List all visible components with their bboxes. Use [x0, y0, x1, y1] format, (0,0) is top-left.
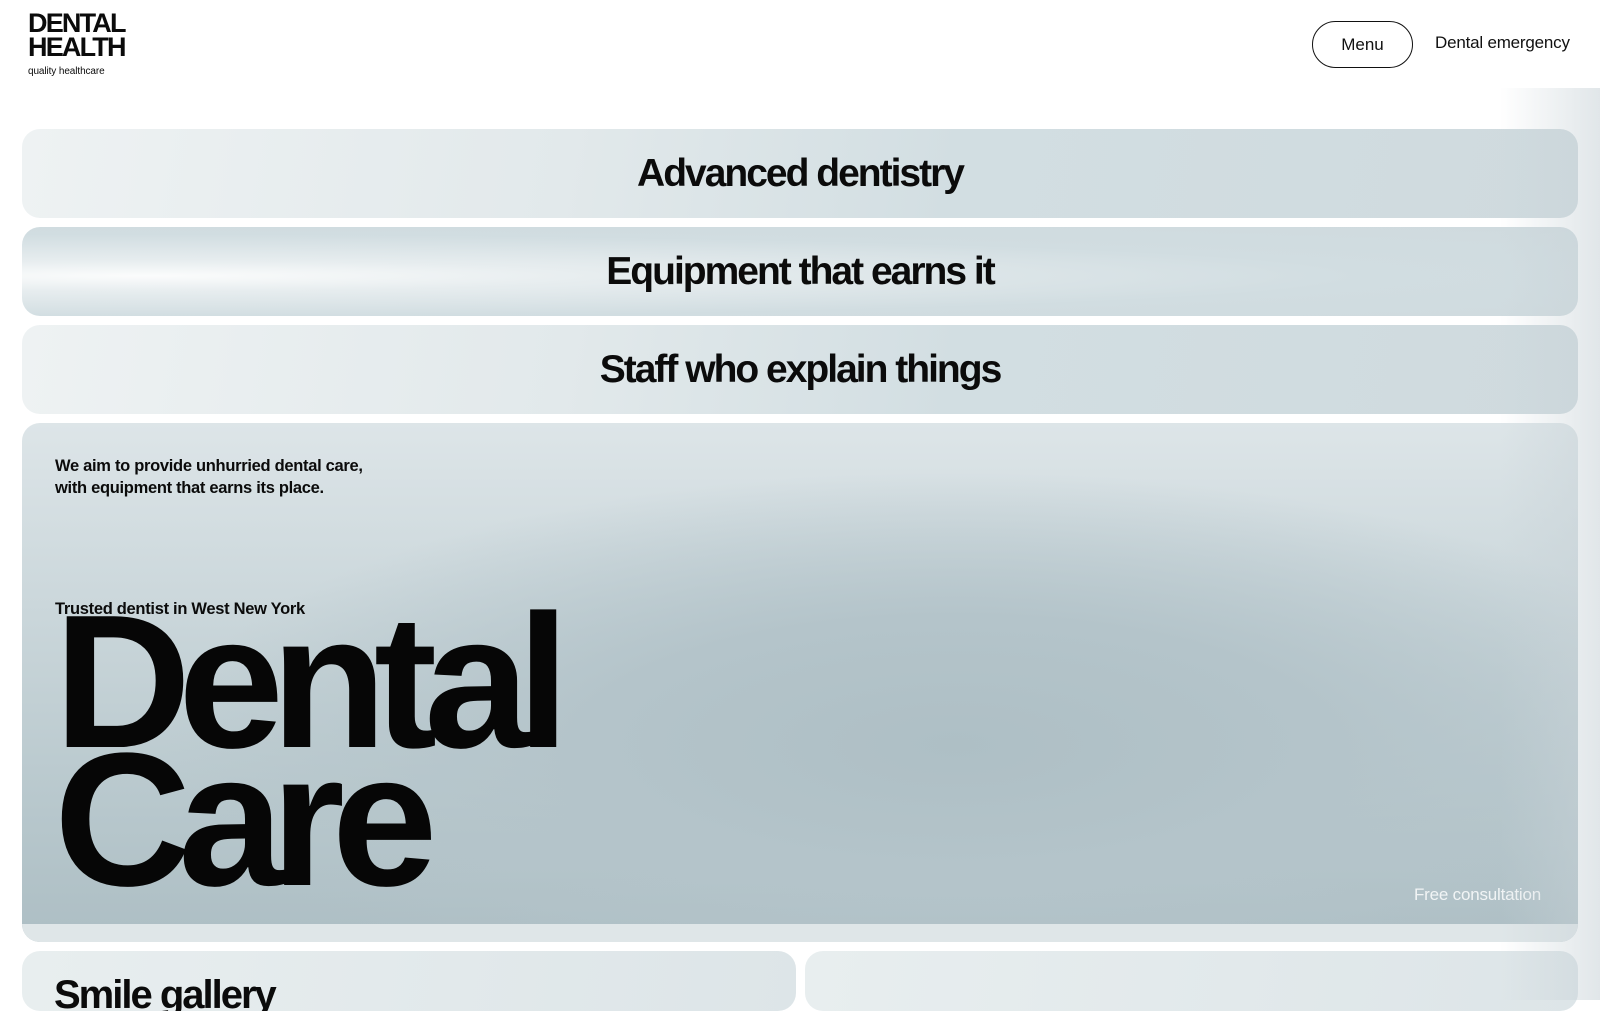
- hero-title: Dental Care: [54, 587, 570, 915]
- feature-bar-staff[interactable]: Staff who explain things: [22, 325, 1578, 414]
- site-header: DENTAL HEALTH quality healthcare Menu De…: [0, 0, 1600, 92]
- feature-bar-equipment[interactable]: Equipment that earns it: [22, 227, 1578, 316]
- logo-line-2: HEALTH: [28, 32, 126, 62]
- hero-panel: We aim to provide unhurried dental care,…: [22, 423, 1578, 942]
- menu-button[interactable]: Menu: [1312, 21, 1413, 68]
- hero-bottom-strip: [22, 924, 1578, 942]
- logo[interactable]: DENTAL HEALTH quality healthcare: [28, 10, 126, 78]
- feature-bar-advanced-dentistry[interactable]: Advanced dentistry: [22, 129, 1578, 218]
- smile-gallery-card[interactable]: Smile gallery: [22, 951, 796, 1011]
- smile-gallery-title: Smile gallery: [54, 973, 277, 1011]
- feature-title: Advanced dentistry: [637, 151, 965, 195]
- feature-title: Staff who explain things: [599, 347, 1003, 391]
- hero-intro-text: We aim to provide unhurried dental care,…: [55, 457, 363, 497]
- dental-emergency-link[interactable]: Dental emergency: [1435, 33, 1570, 53]
- feature-title: Equipment that earns it: [606, 249, 995, 293]
- logo-tagline: quality healthcare: [28, 66, 105, 77]
- free-consultation-link[interactable]: Free consultation: [1414, 885, 1541, 905]
- secondary-card[interactable]: [805, 951, 1578, 1011]
